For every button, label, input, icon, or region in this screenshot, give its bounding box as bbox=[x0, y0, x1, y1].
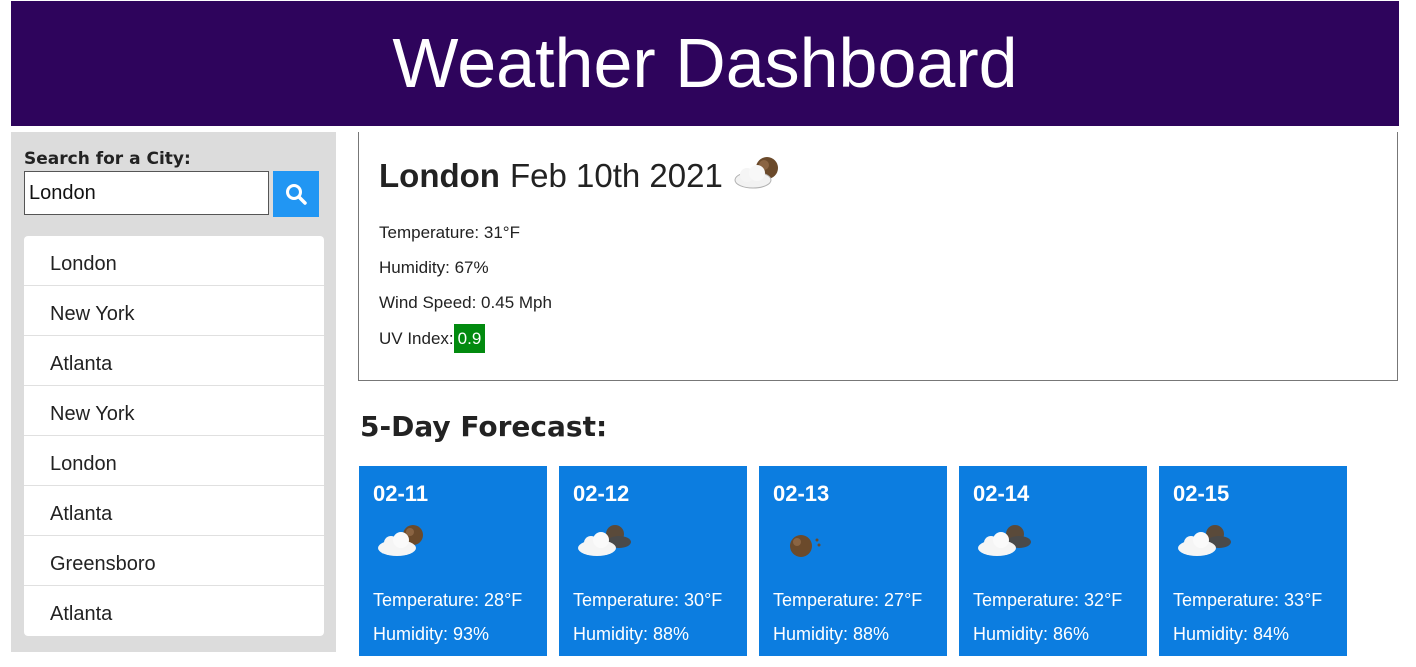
current-weather-panel: London Feb 10th 2021 Temperature: 31°F H… bbox=[358, 132, 1398, 381]
forecast-card: 02-13 Temperature: 27°F Humidity: 88% bbox=[759, 466, 947, 656]
forecast-temperature: Temperature: 30°F bbox=[573, 590, 723, 610]
history-item[interactable]: London bbox=[24, 236, 324, 286]
current-weather-title: London Feb 10th 2021 bbox=[379, 154, 783, 198]
night-dark-cloud-icon bbox=[575, 522, 633, 563]
forecast-card: 02-11 Temperature: 28°F Humidity: 93% bbox=[359, 466, 547, 656]
night-dark-cloud-icon bbox=[975, 522, 1033, 563]
search-label: Search for a City: bbox=[24, 149, 191, 169]
current-wind-speed: Wind Speed: 0.45 Mph bbox=[379, 293, 552, 312]
forecast-humidity: Humidity: 88% bbox=[773, 624, 890, 644]
current-uv-row: UV Index: 0.9 bbox=[379, 324, 486, 353]
uv-index-badge: 0.9 bbox=[453, 324, 486, 353]
search-icon bbox=[286, 184, 307, 205]
search-input[interactable] bbox=[24, 171, 269, 215]
history-item[interactable]: New York bbox=[24, 286, 324, 336]
forecast-date: 02-14 bbox=[973, 481, 1030, 506]
forecast-temperature: Temperature: 32°F bbox=[973, 590, 1123, 610]
forecast-temperature: Temperature: 28°F bbox=[373, 590, 523, 610]
history-item[interactable]: Atlanta bbox=[24, 586, 324, 635]
page-title: Weather Dashboard bbox=[392, 24, 1018, 102]
forecast-card: 02-15 Temperature: 33°F Humidity: 84% bbox=[1159, 466, 1347, 656]
forecast-date: 02-12 bbox=[573, 481, 630, 506]
night-clear-icon bbox=[775, 522, 829, 563]
current-temperature: Temperature: 31°F bbox=[379, 223, 520, 242]
current-humidity: Humidity: 67% bbox=[379, 258, 489, 277]
forecast-card: 02-14 Temperature: 32°F Humidity: 86% bbox=[959, 466, 1147, 656]
forecast-humidity: Humidity: 93% bbox=[373, 624, 490, 644]
search-button[interactable] bbox=[273, 171, 319, 217]
history-item[interactable]: Greensboro bbox=[24, 536, 324, 586]
search-history-list: London New York Atlanta New York London … bbox=[24, 236, 324, 636]
forecast-title: 5-Day Forecast: bbox=[360, 410, 608, 443]
history-item[interactable]: Atlanta bbox=[24, 486, 324, 536]
forecast-date: 02-11 bbox=[373, 481, 429, 506]
forecast-date: 02-13 bbox=[773, 481, 830, 506]
forecast-date: 02-15 bbox=[1173, 481, 1230, 506]
night-dark-cloud-icon bbox=[1175, 522, 1233, 563]
forecast-humidity: Humidity: 88% bbox=[573, 624, 690, 644]
forecast-card: 02-12 Temperature: 30°F Humidity: 88% bbox=[559, 466, 747, 656]
history-item[interactable]: Atlanta bbox=[24, 336, 324, 386]
history-item[interactable]: London bbox=[24, 436, 324, 486]
page-header: Weather Dashboard bbox=[11, 1, 1399, 126]
sidebar: Search for a City: London New York Atlan… bbox=[11, 132, 336, 652]
history-item[interactable]: New York bbox=[24, 386, 324, 436]
current-city: London bbox=[379, 157, 500, 194]
forecast-humidity: Humidity: 84% bbox=[1173, 624, 1290, 644]
forecast-humidity: Humidity: 86% bbox=[973, 624, 1090, 644]
forecast-temperature: Temperature: 33°F bbox=[1173, 590, 1323, 610]
night-cloud-icon bbox=[731, 154, 783, 198]
current-date: Feb 10th 2021 bbox=[509, 157, 723, 194]
uv-label: UV Index: bbox=[379, 329, 454, 348]
night-cloud-icon bbox=[375, 522, 429, 563]
forecast-temperature: Temperature: 27°F bbox=[773, 590, 923, 610]
